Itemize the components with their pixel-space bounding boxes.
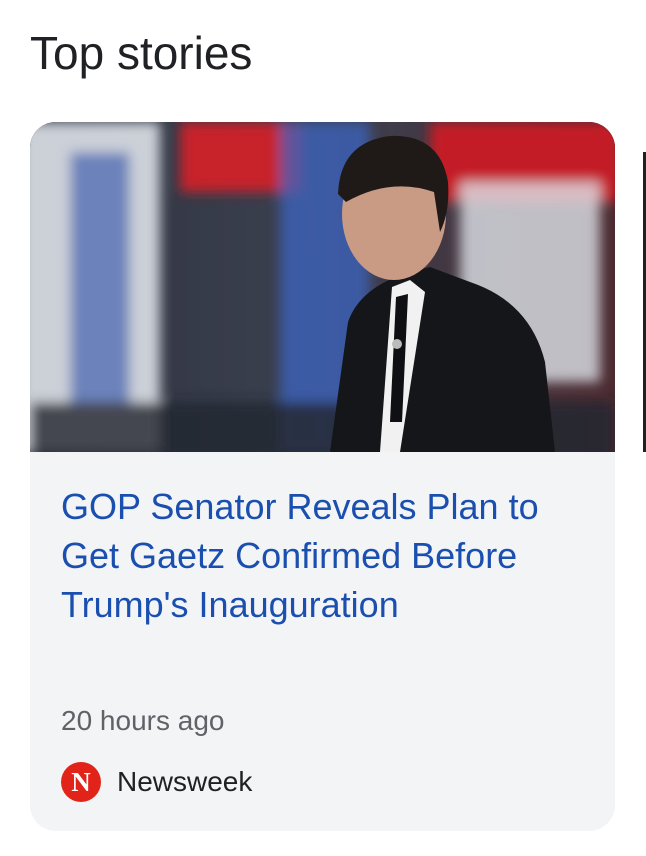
source-name: Newsweek [117,766,253,797]
top-stories-page: Top stories GOP Senator Reveals Plan to … [0,0,646,856]
story-headline[interactable]: GOP Senator Reveals Plan to Get Gaetz Co… [61,482,596,629]
section-title: Top stories [30,27,253,79]
news-photo-icon [30,122,615,452]
story-card[interactable]: GOP Senator Reveals Plan to Get Gaetz Co… [30,122,615,831]
story-thumbnail[interactable] [30,122,615,452]
story-timestamp: 20 hours ago [61,705,225,736]
newsweek-logo-icon: N [61,762,101,802]
story-source[interactable]: N Newsweek [61,762,252,802]
